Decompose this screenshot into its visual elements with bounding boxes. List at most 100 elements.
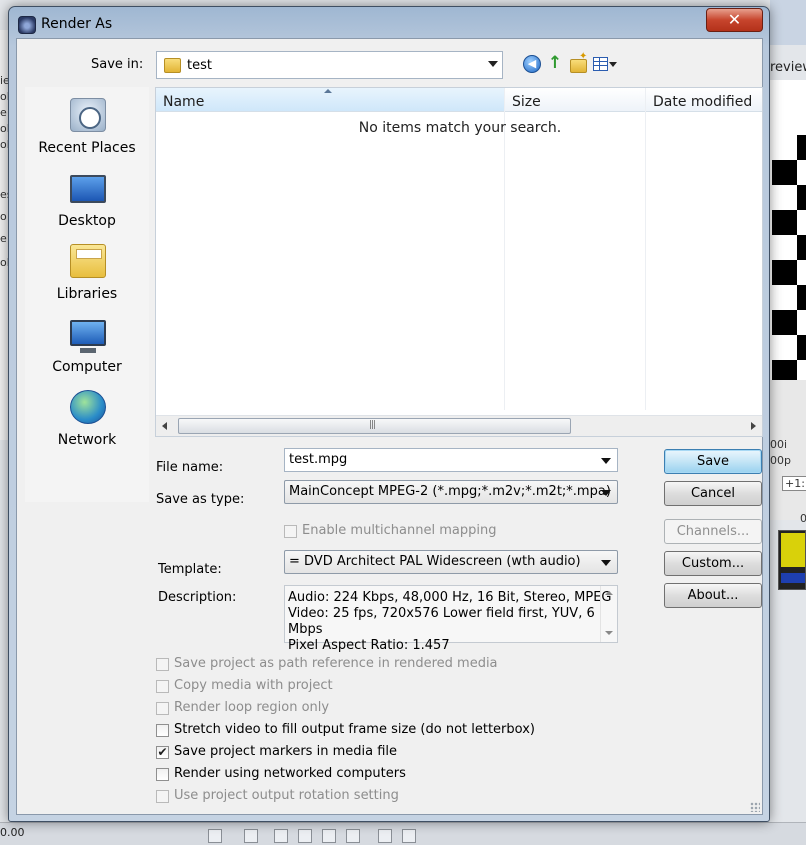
- empty-list-message: No items match your search.: [358, 120, 562, 136]
- title-bar[interactable]: Render As ✕: [9, 7, 769, 37]
- views-menu-icon[interactable]: [593, 55, 617, 73]
- background-timecode: 0.00: [0, 826, 25, 839]
- template-label: Template:: [158, 562, 222, 577]
- loop-icon: [244, 829, 258, 843]
- description-line: Audio: 224 Kbps, 48,000 Hz, 16 Bit, Ster…: [288, 590, 612, 605]
- libraries-icon: [70, 244, 106, 278]
- file-name-field[interactable]: test.mpg: [284, 448, 618, 472]
- background-info-text: 0: [800, 512, 806, 525]
- preview-checkerboard: [772, 135, 806, 385]
- background-info-text: 00p: [770, 454, 791, 467]
- sort-ascending-icon: [324, 89, 332, 93]
- multichannel-checkbox: [284, 525, 297, 538]
- place-network[interactable]: Network: [25, 387, 149, 453]
- column-header-label: Date modified: [653, 94, 753, 110]
- computer-icon: [70, 320, 106, 353]
- save-as-type-dropdown[interactable]: MainConcept MPEG-2 (*.mpg;*.m2v;*.m2t;*.…: [284, 480, 618, 504]
- cancel-button[interactable]: Cancel: [664, 481, 762, 506]
- previous-frame-icon: [378, 829, 392, 843]
- place-libraries[interactable]: Libraries: [25, 241, 149, 307]
- stop-icon: [346, 829, 360, 843]
- option-checkbox[interactable]: [156, 768, 169, 781]
- save-as-type-value: MainConcept MPEG-2 (*.mpg;*.m2v;*.m2t;*.…: [289, 484, 611, 499]
- column-header-name[interactable]: Name: [156, 88, 504, 112]
- column-header-date-modified[interactable]: Date modified: [646, 88, 762, 112]
- up-folder-icon[interactable]: ↑: [546, 55, 564, 73]
- place-desktop[interactable]: Desktop: [25, 168, 149, 234]
- background-info-text: +1:: [782, 476, 806, 491]
- scroll-up-icon[interactable]: [605, 591, 613, 595]
- option-label[interactable]: Save project markers in media file: [174, 744, 397, 759]
- column-divider: [645, 88, 646, 410]
- background-info-panel: 00i 00p +1: 0: [770, 380, 806, 525]
- description-line: Video: 25 fps, 720x576 Lower field first…: [288, 606, 595, 637]
- option-checkbox: [156, 790, 169, 803]
- place-label: Network: [57, 432, 117, 448]
- template-dropdown[interactable]: = DVD Architect PAL Widescreen (wth audi…: [284, 550, 618, 574]
- column-header-size[interactable]: Size: [505, 88, 645, 112]
- option-checkbox-checked[interactable]: ✔: [156, 746, 169, 759]
- save-in-dropdown[interactable]: test: [156, 51, 503, 79]
- place-label: Libraries: [56, 286, 118, 302]
- play-icon: [298, 829, 312, 843]
- option-label[interactable]: Stretch video to fill output frame size …: [174, 722, 535, 737]
- custom-button[interactable]: Custom...: [664, 551, 762, 576]
- description-box[interactable]: Audio: 224 Kbps, 48,000 Hz, 16 Bit, Ster…: [284, 585, 618, 653]
- background-text: o: [0, 210, 7, 223]
- chevron-down-icon[interactable]: [601, 458, 611, 464]
- option-label: Use project output rotation setting: [174, 788, 399, 803]
- file-name-label: File name:: [156, 460, 224, 475]
- save-in-value: test: [187, 58, 212, 73]
- back-arrow-icon[interactable]: ◀: [523, 55, 541, 73]
- chevron-down-icon: [601, 490, 611, 496]
- pause-icon: [322, 829, 336, 843]
- column-header-label: Size: [512, 94, 541, 110]
- scroll-grip-icon: |||: [369, 420, 376, 430]
- folder-icon: [164, 58, 181, 73]
- desktop-icon: [70, 175, 106, 203]
- scroll-right-icon[interactable]: [751, 422, 756, 430]
- new-folder-icon[interactable]: [569, 51, 587, 73]
- background-transport-bar: 0.00: [0, 822, 806, 845]
- description-line: Pixel Aspect Ratio: 1.457: [288, 638, 450, 653]
- scroll-down-icon[interactable]: [605, 631, 613, 635]
- option-checkbox: [156, 680, 169, 693]
- option-checkbox[interactable]: [156, 724, 169, 737]
- option-checkbox: [156, 702, 169, 715]
- background-thumbnail: [778, 530, 806, 590]
- app-icon: [18, 16, 36, 34]
- place-label: Desktop: [58, 213, 116, 229]
- play-from-start-icon: [274, 829, 288, 843]
- scroll-left-icon[interactable]: [162, 422, 167, 430]
- save-button[interactable]: Save: [664, 449, 762, 474]
- resize-grip-icon[interactable]: [750, 802, 760, 812]
- file-name-value: test.mpg: [289, 452, 348, 467]
- about-button[interactable]: About...: [664, 583, 762, 608]
- places-bar: Recent Places Desktop Libraries Computer…: [25, 87, 149, 502]
- close-button[interactable]: ✕: [706, 8, 763, 32]
- place-computer[interactable]: Computer: [25, 314, 149, 380]
- network-icon: [70, 390, 106, 424]
- background-info-text: 00i: [770, 438, 788, 451]
- background-text: e: [0, 106, 7, 119]
- multichannel-label: Enable multichannel mapping: [302, 523, 497, 538]
- option-label[interactable]: Render using networked computers: [174, 766, 406, 781]
- background-preview-label: review: [770, 60, 806, 75]
- option-label: Render loop region only: [174, 700, 330, 715]
- place-recent-places[interactable]: Recent Places: [25, 95, 149, 161]
- record-icon: [208, 829, 222, 843]
- next-frame-icon: [402, 829, 416, 843]
- description-scrollbar[interactable]: [600, 586, 617, 642]
- option-label: Save project as path reference in render…: [174, 656, 498, 671]
- dialog-title: Render As: [41, 16, 113, 32]
- scrollbar-thumb[interactable]: |||: [178, 418, 571, 434]
- column-header-label: Name: [163, 94, 205, 110]
- save-in-label: Save in:: [91, 57, 144, 72]
- recent-places-icon: [70, 98, 106, 132]
- description-label: Description:: [158, 590, 237, 605]
- option-label: Copy media with project: [174, 678, 333, 693]
- horizontal-scrollbar[interactable]: |||: [156, 415, 762, 436]
- chevron-down-icon: [488, 61, 498, 67]
- file-list[interactable]: Name Size Date modified No items match y…: [155, 87, 763, 437]
- column-divider: [504, 88, 505, 410]
